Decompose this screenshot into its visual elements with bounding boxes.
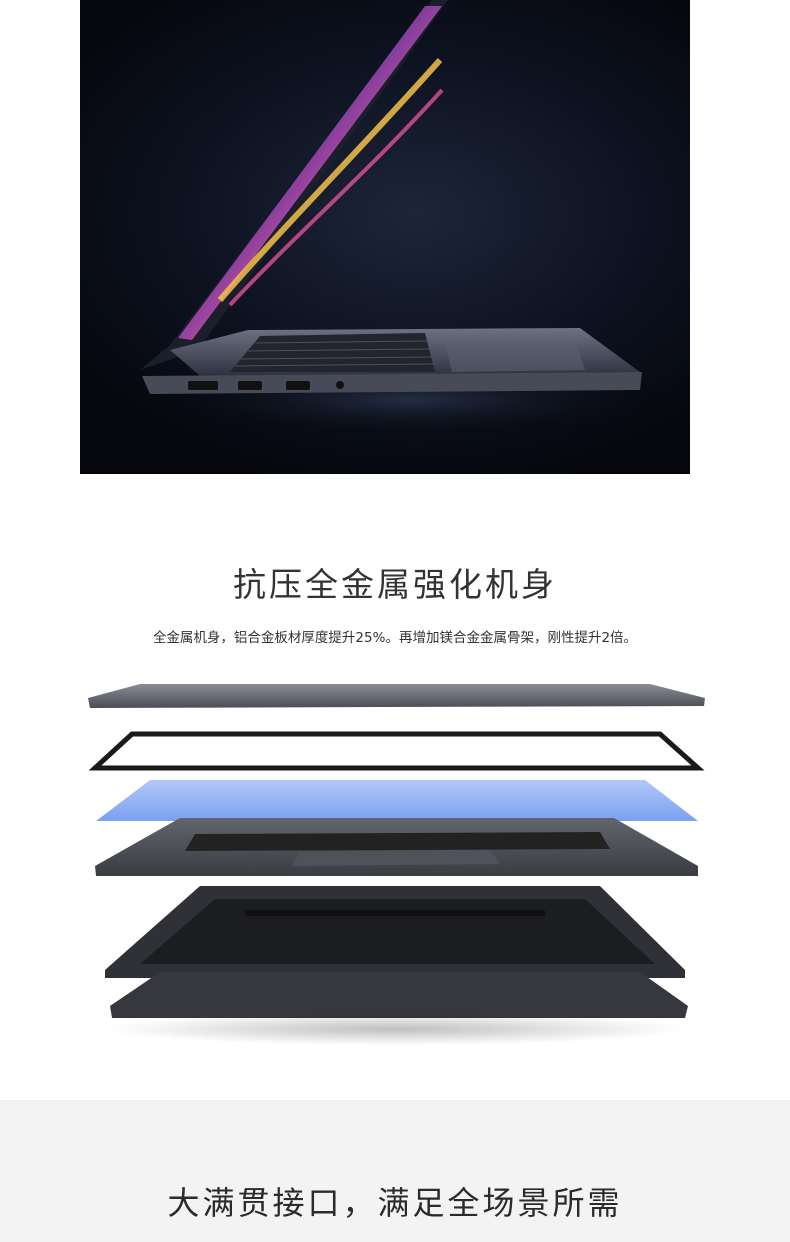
laptop-hero-image [80, 0, 690, 474]
strength-section: 抗压全金属强化机身 全金属机身，铝合金板材厚度提升25%。再增加镁合金金属骨架，… [0, 474, 790, 1100]
ports-title: 大满贯接口，满足全场景所需 [167, 1184, 623, 1222]
strength-description: 全金属机身，铝合金板材厚度提升25%。再增加镁合金金属骨架，刚性提升2倍。 [152, 630, 638, 646]
hero-banner [0, 0, 790, 474]
ports-section: 大满贯接口，满足全场景所需 [0, 1100, 790, 1242]
strength-title: 抗压全金属强化机身 [233, 565, 557, 604]
product-page: 抗压全金属强化机身 全金属机身，铝合金板材厚度提升25%。再增加镁合金金属骨架，… [0, 0, 790, 1242]
laptop-illustration [130, 0, 690, 440]
exploded-view-illustration [88, 684, 705, 1045]
